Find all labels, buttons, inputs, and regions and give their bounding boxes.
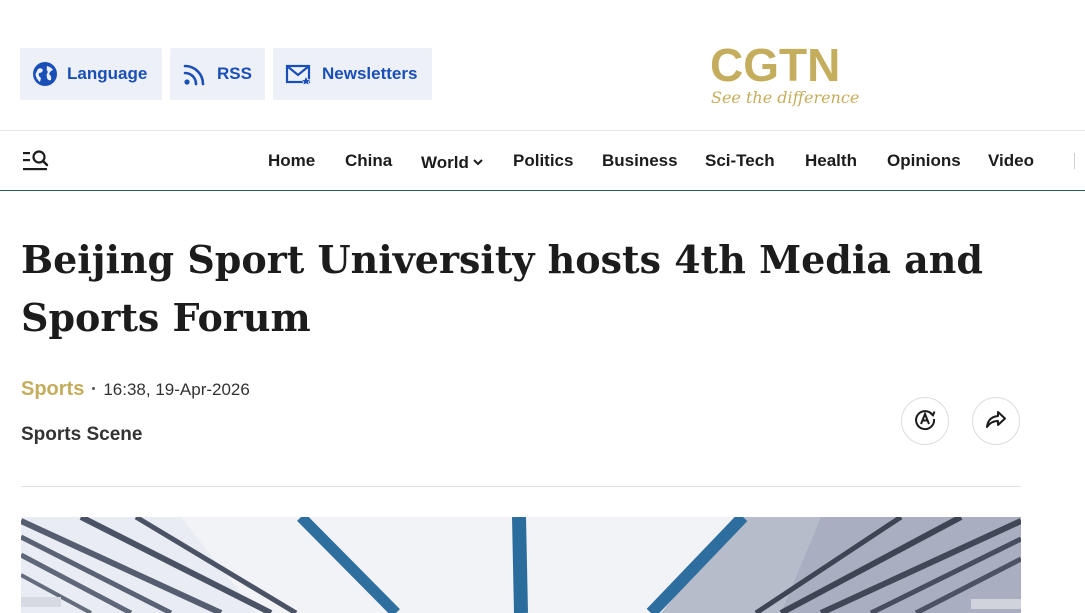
publish-datetime: 16:38, 19-Apr-2026 xyxy=(103,380,250,399)
mail-icon xyxy=(285,61,313,87)
cgtn-logo[interactable]: CGTN See the difference xyxy=(708,39,860,117)
nav-item-video[interactable]: Video xyxy=(988,151,1034,171)
article-headline: Beijing Sport University hosts 4th Media… xyxy=(21,237,983,340)
article-divider xyxy=(21,486,1021,487)
article-hero-image xyxy=(21,517,1021,613)
language-button[interactable]: Language xyxy=(20,48,162,100)
language-label: Language xyxy=(67,64,148,83)
share-button[interactable] xyxy=(972,397,1020,445)
main-nav: Home China World Politics Business Sci-T… xyxy=(0,130,1085,191)
article-meta: Sports 16:38, 19-Apr-2026 xyxy=(21,378,250,401)
globe-icon xyxy=(32,61,58,87)
meta-separator xyxy=(92,387,96,390)
category-link[interactable]: Sports xyxy=(21,378,84,400)
read-aloud-button[interactable] xyxy=(901,397,949,445)
nav-item-home[interactable]: Home xyxy=(268,151,315,171)
logo-wordmark: CGTN xyxy=(710,39,841,91)
share-icon xyxy=(985,408,1007,435)
read-aloud-icon xyxy=(913,407,937,436)
nav-divider xyxy=(1074,153,1075,169)
menu-search-icon[interactable] xyxy=(22,149,50,173)
nav-item-scitech[interactable]: Sci-Tech xyxy=(705,151,775,171)
rss-label: RSS xyxy=(217,64,252,83)
nav-item-world-label: World xyxy=(421,153,469,172)
chevron-down-icon xyxy=(473,151,483,171)
top-bar: Language RSS Newsletters CGTN See the di… xyxy=(0,0,1085,130)
rss-button[interactable]: RSS xyxy=(170,48,265,100)
nav-item-business[interactable]: Business xyxy=(602,151,678,171)
newsletters-label: Newsletters xyxy=(322,64,418,83)
nav-item-health[interactable]: Health xyxy=(805,151,857,171)
nav-item-world[interactable]: World xyxy=(421,151,483,173)
column-link[interactable]: Sports Scene xyxy=(21,424,142,446)
nav-item-opinions[interactable]: Opinions xyxy=(887,151,961,171)
nav-item-china[interactable]: China xyxy=(345,151,392,171)
rss-icon xyxy=(182,61,208,87)
logo-tagline: See the difference xyxy=(711,88,860,107)
nav-item-politics[interactable]: Politics xyxy=(513,151,573,171)
newsletters-button[interactable]: Newsletters xyxy=(273,48,432,100)
